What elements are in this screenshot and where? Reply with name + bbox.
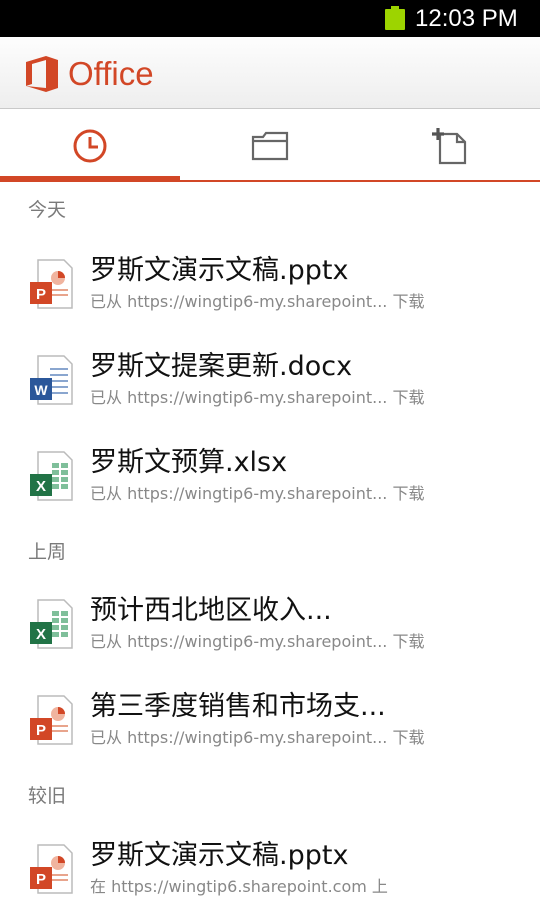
tab-recent[interactable]	[0, 110, 180, 182]
svg-text:P: P	[36, 871, 46, 888]
clock-icon	[73, 129, 107, 163]
section-header-last-week: 上周	[28, 541, 67, 563]
xlsx-icon: X	[30, 599, 73, 649]
file-item[interactable]: P 第三季度销售和市场支... 已从 https://wingtip6-my.s…	[0, 672, 540, 768]
file-item[interactable]: X 预计西北地区收入... 已从 https://wingtip6-my.sha…	[0, 576, 540, 672]
battery-icon	[385, 6, 405, 30]
file-source: 在 https://wingtip6.sharepoint.com 上	[90, 877, 388, 896]
tab-bar	[0, 110, 540, 182]
app-title: Office	[68, 55, 154, 92]
file-item[interactable]: W 罗斯文提案更新.docx 已从 https://wingtip6-my.sh…	[0, 332, 540, 428]
pptx-icon: P	[30, 259, 73, 309]
svg-text:X: X	[36, 626, 46, 643]
svg-text:X: X	[36, 478, 46, 495]
file-item[interactable]: P 罗斯文演示文稿.pptx 在 https://wingtip6.sharep…	[0, 821, 540, 900]
file-name: 第三季度销售和市场支...	[90, 691, 386, 722]
folder-icon	[251, 131, 289, 161]
file-source: 已从 https://wingtip6-my.sharepoint... 下载	[90, 632, 425, 651]
file-item[interactable]: X 罗斯文预算.xlsx 已从 https://wingtip6-my.shar…	[0, 428, 540, 524]
tab-new[interactable]	[360, 110, 540, 180]
docx-icon: W	[30, 355, 73, 405]
pptx-icon: P	[30, 844, 73, 894]
app-bar: Office	[0, 37, 540, 109]
svg-text:P: P	[36, 286, 46, 303]
active-tab-indicator	[0, 176, 180, 182]
file-name: 罗斯文预算.xlsx	[90, 447, 288, 478]
xlsx-icon: X	[30, 451, 73, 501]
new-document-icon	[432, 128, 467, 165]
file-name: 罗斯文演示文稿.pptx	[90, 840, 349, 871]
tab-browse[interactable]	[180, 110, 360, 180]
file-item[interactable]: P 罗斯文演示文稿.pptx 已从 https://wingtip6-my.sh…	[0, 236, 540, 332]
file-name: 罗斯文演示文稿.pptx	[90, 255, 349, 286]
section-header-today: 今天	[28, 199, 67, 221]
office-logo-icon	[26, 56, 58, 92]
file-source: 已从 https://wingtip6-my.sharepoint... 下载	[90, 728, 425, 747]
svg-text:W: W	[34, 382, 48, 398]
file-source: 已从 https://wingtip6-my.sharepoint... 下载	[90, 292, 425, 311]
file-source: 已从 https://wingtip6-my.sharepoint... 下载	[90, 388, 425, 407]
file-name: 罗斯文提案更新.docx	[90, 351, 353, 382]
status-bar: 12:03 PM	[0, 0, 540, 37]
section-header-older: 较旧	[28, 785, 67, 807]
svg-text:P: P	[36, 722, 46, 739]
file-source: 已从 https://wingtip6-my.sharepoint... 下载	[90, 484, 425, 503]
file-name: 预计西北地区收入...	[90, 595, 332, 626]
pptx-icon: P	[30, 695, 73, 745]
status-time: 12:03 PM	[415, 5, 518, 32]
